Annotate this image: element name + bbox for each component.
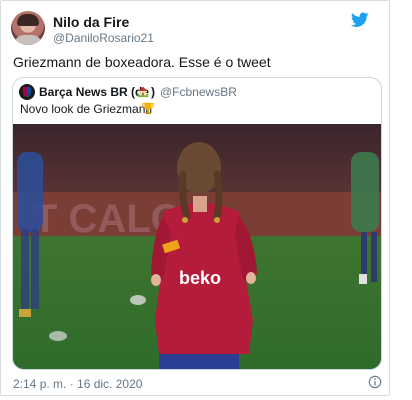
author-display-name[interactable]: Nilo da Fire	[53, 14, 129, 30]
quoted-tweet-photo[interactable]: T CALO beko	[13, 124, 381, 369]
twitter-bird-icon[interactable]	[351, 12, 369, 28]
trophy-emoji-icon	[142, 102, 154, 115]
quoted-author-handle[interactable]: @FcbnewsBR	[160, 85, 237, 99]
tweet-timestamp[interactable]: 2:14 p. m. · 16 dic. 2020	[13, 377, 142, 391]
tweet-text: Griezmann de boxeadora. Esse é o tweet	[13, 54, 271, 70]
photo-illustration: T CALO beko	[13, 124, 381, 369]
quoted-author-avatar[interactable]	[19, 84, 35, 100]
quoted-author-display-name-end[interactable]: )	[151, 85, 155, 99]
tweet-card[interactable]: Nilo da Fire @DaniloRosario21 Griezmann …	[0, 0, 390, 396]
quoted-tweet-card[interactable]: Barça News BR (de ) @FcbnewsBR Novo look…	[12, 77, 382, 370]
shirt-sponsor: beko	[179, 268, 221, 288]
info-icon[interactable]	[368, 375, 382, 389]
quoted-author-display-name[interactable]: Barça News BR (de	[39, 85, 149, 99]
author-avatar[interactable]	[11, 11, 45, 45]
house-emoji-icon	[137, 86, 149, 98]
quoted-tweet-text: Novo look de Griezmann	[20, 102, 153, 116]
author-handle[interactable]: @DaniloRosario21	[53, 31, 154, 45]
